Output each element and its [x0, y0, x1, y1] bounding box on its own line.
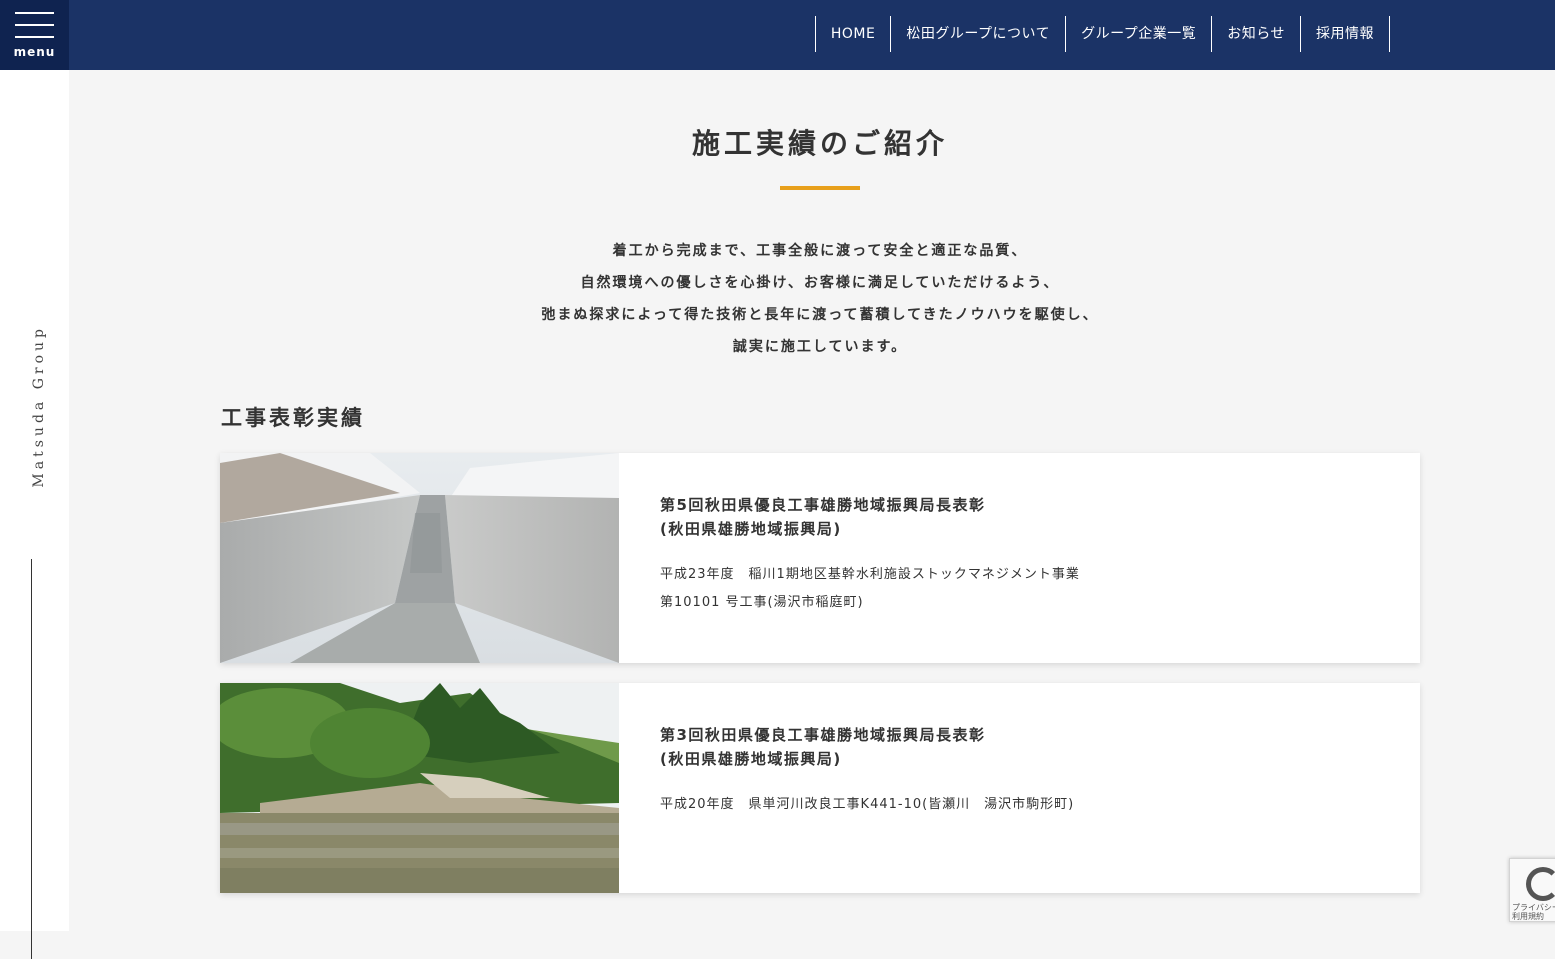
- lead-line: 誠実に施工しています。: [732, 339, 908, 355]
- menu-button[interactable]: menu: [0, 0, 69, 70]
- nav-companies[interactable]: グループ企業一覧: [1066, 16, 1213, 52]
- hamburger-icon: [15, 36, 54, 38]
- side-panel: Matsuda Group: [0, 70, 69, 959]
- section-title: 工事表彰実績: [221, 406, 365, 430]
- lead-line: 自然環境への優しさを心掛け、お客様に満足していただけるよう、: [580, 275, 1060, 291]
- hamburger-icon: [15, 12, 54, 14]
- river-photo: [220, 683, 619, 893]
- card-heading: 第3回秋田県優良工事雄勝地域振興局長表彰 (秋田県雄勝地域振興局): [660, 723, 985, 771]
- page-title: 施工実績のご紹介: [691, 127, 948, 160]
- card-heading-line: (秋田県雄勝地域振興局): [660, 520, 842, 538]
- card-heading-line: 第3回秋田県優良工事雄勝地域振興局長表彰: [660, 726, 986, 744]
- recaptcha-badge[interactable]: プライバシー 利用規約: [1509, 858, 1555, 922]
- side-brand-text: Matsuda Group: [31, 325, 47, 488]
- lead-text: 着工から完成まで、工事全般に渡って安全と適正な品質、 自然環境への優しさを心掛け…: [420, 235, 1220, 363]
- side-divider: [31, 559, 32, 959]
- recaptcha-icon: [1526, 867, 1555, 901]
- menu-label: menu: [13, 45, 56, 59]
- card-desc-line: 平成20年度 県単河川改良工事K441-10(皆瀬川 湯沢市駒形町): [660, 797, 1075, 812]
- card-heading: 第5回秋田県優良工事雄勝地域振興局長表彰 (秋田県雄勝地域振興局): [660, 493, 985, 541]
- card-description: 平成23年度 稲川1期地区基幹水利施設ストックマネジメント事業 第10101 号…: [660, 561, 1080, 617]
- card-heading-line: (秋田県雄勝地域振興局): [660, 750, 842, 768]
- header: menu HOME 松田グループについて グループ企業一覧 お知らせ 採用情報: [0, 0, 1555, 70]
- canal-photo: [220, 453, 619, 663]
- lead-line: 着工から完成まで、工事全般に渡って安全と適正な品質、: [612, 243, 1028, 259]
- recaptcha-privacy-link[interactable]: プライバシー: [1512, 903, 1555, 912]
- recaptcha-text: プライバシー 利用規約: [1512, 903, 1555, 921]
- card-desc-line: 第10101 号工事(湯沢市稲庭町): [660, 595, 864, 610]
- title-underline: [780, 186, 860, 190]
- nav-home[interactable]: HOME: [816, 16, 892, 52]
- award-card[interactable]: 第5回秋田県優良工事雄勝地域振興局長表彰 (秋田県雄勝地域振興局) 平成23年度…: [220, 453, 1420, 663]
- card-desc-line: 平成23年度 稲川1期地区基幹水利施設ストックマネジメント事業: [660, 567, 1080, 582]
- main-nav: HOME 松田グループについて グループ企業一覧 お知らせ 採用情報: [814, 16, 1390, 52]
- nav-about[interactable]: 松田グループについて: [891, 16, 1067, 52]
- hamburger-icon: [15, 24, 54, 26]
- nav-recruit[interactable]: 採用情報: [1301, 16, 1390, 52]
- card-heading-line: 第5回秋田県優良工事雄勝地域振興局長表彰: [660, 496, 986, 514]
- card-description: 平成20年度 県単河川改良工事K441-10(皆瀬川 湯沢市駒形町): [660, 791, 1074, 819]
- lead-line: 弛まぬ探求によって得た技術と長年に渡って蓄積してきたノウハウを駆使し、: [541, 307, 1099, 323]
- recaptcha-terms-link[interactable]: 利用規約: [1512, 912, 1555, 921]
- nav-news[interactable]: お知らせ: [1212, 16, 1301, 52]
- award-card[interactable]: 第3回秋田県優良工事雄勝地域振興局長表彰 (秋田県雄勝地域振興局) 平成20年度…: [220, 683, 1420, 893]
